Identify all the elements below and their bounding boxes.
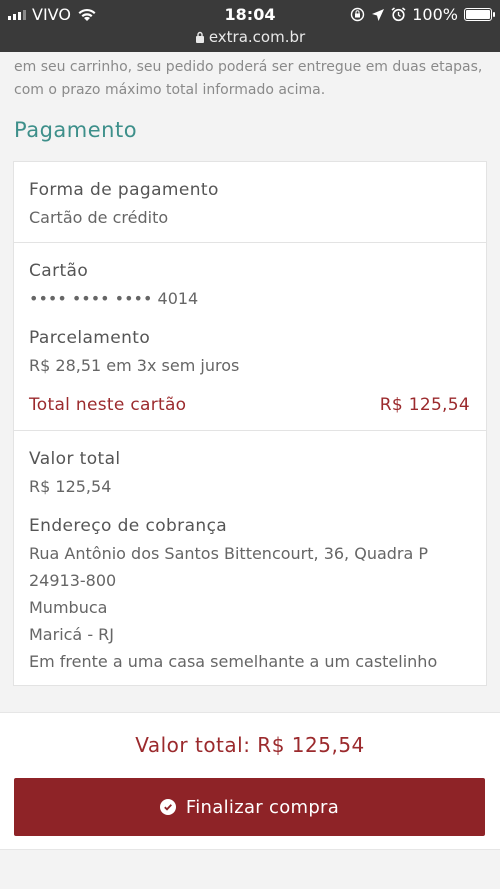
payment-method-label: Forma de pagamento xyxy=(29,180,219,200)
card-total-label: Total neste cartão xyxy=(29,395,187,415)
delivery-note: em seu carrinho, seu pedido poderá ser e… xyxy=(14,59,483,98)
status-bar: VIVO 18:04 extra.com.br 100% xyxy=(0,0,500,52)
checkout-footer: Valor total: R$ 125,54 Finalizar compra xyxy=(0,712,500,850)
payment-method-block: Forma de pagamento Cartão de crédito xyxy=(14,162,486,243)
card-label: Cartão xyxy=(29,261,89,281)
total-label: Valor total xyxy=(29,449,121,469)
battery-percent: 100% xyxy=(412,5,458,24)
installments-value: R$ 28,51 em 3x sem juros xyxy=(29,356,240,375)
screen-rotation-lock-icon xyxy=(351,7,365,22)
card-number: •••• •••• •••• 4014 xyxy=(29,289,199,308)
billing-address-line: 24913-800 xyxy=(29,571,117,590)
grand-total: Valor total: R$ 125,54 xyxy=(135,733,365,757)
finish-purchase-label: Finalizar compra xyxy=(185,796,340,818)
billing-address-line: Em frente a uma casa semelhante a um cas… xyxy=(29,652,438,671)
url-text: extra.com.br xyxy=(208,28,306,46)
billing-address-line: Rua Antônio dos Santos Bittencourt, 36, … xyxy=(29,544,429,563)
installments-label: Parcelamento xyxy=(29,328,151,348)
summary-block: Valor total R$ 125,54 Endereço de cobran… xyxy=(14,431,486,685)
battery-icon xyxy=(464,8,495,21)
card-total-row: Total neste cartão R$ 125,54 xyxy=(29,395,470,415)
section-title-payment: Pagamento xyxy=(14,118,138,142)
lock-icon xyxy=(195,31,204,43)
card-block: Cartão •••• •••• •••• 4014 Parcelamento … xyxy=(14,243,486,431)
payment-card: Forma de pagamento Cartão de crédito Car… xyxy=(13,161,487,686)
address-bar[interactable]: extra.com.br xyxy=(0,28,500,46)
billing-address-label: Endereço de cobrança xyxy=(29,516,228,536)
location-icon xyxy=(372,8,385,21)
billing-address-line: Maricá - RJ xyxy=(29,625,115,644)
billing-address-line: Mumbuca xyxy=(29,598,108,617)
status-icons: 100% xyxy=(350,5,495,24)
total-value: R$ 125,54 xyxy=(29,477,112,496)
finish-purchase-button[interactable]: Finalizar compra xyxy=(14,778,485,836)
payment-method-value: Cartão de crédito xyxy=(29,208,169,227)
alarm-icon xyxy=(391,7,406,22)
check-circle-icon xyxy=(159,799,176,815)
card-total-value: R$ 125,54 xyxy=(379,395,470,415)
